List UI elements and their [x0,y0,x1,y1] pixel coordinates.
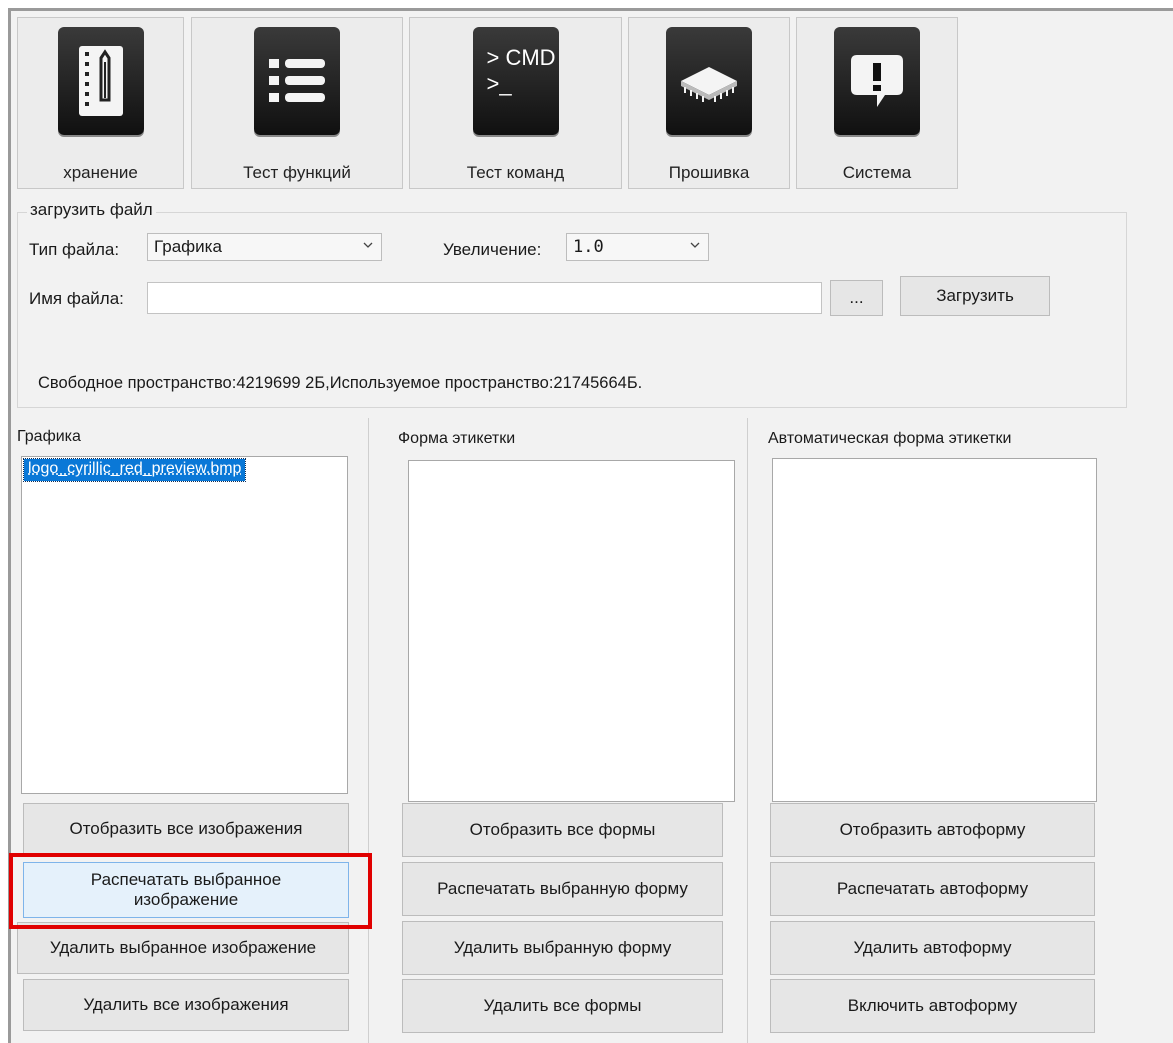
notebook-pencil-icon [57,27,144,135]
list-item[interactable]: logo_cyrillic_red_preview.bmp [22,458,247,482]
label-form-listbox[interactable] [408,460,735,802]
enable-auto-form-button[interactable]: Включить автоформу [770,979,1095,1033]
space-info-text: Свободное пространство:4219699 2Б,Исполь… [38,374,643,392]
chevron-down-icon [690,242,700,248]
panel-divider [368,418,369,1043]
print-auto-form-button[interactable]: Распечатать автоформу [770,862,1095,916]
toolbar-label: хранение [63,163,138,182]
browse-button[interactable]: ... [830,280,883,316]
zoom-value: 1.0 [573,237,604,257]
chip-icon [666,27,752,135]
toolbar-system-button[interactable]: Система [796,17,958,189]
chevron-down-icon [363,242,373,248]
print-selected-form-button[interactable]: Распечатать выбранную форму [402,862,723,916]
toolbar-storage-button[interactable]: хранение [17,17,184,189]
list-icon [254,27,340,135]
zoom-select[interactable]: 1.0 [566,233,709,261]
toolbar-label: Тест функций [243,163,351,182]
delete-selected-image-button[interactable]: Удалить выбранное изображение [17,922,349,974]
cmd-terminal-icon: > CMD >_ [472,27,559,135]
toolbar-label: Система [842,163,912,182]
prompt-icon-text: >_ [486,71,512,96]
delete-selected-form-button[interactable]: Удалить выбранную форму [402,921,723,975]
zoom-label: Увеличение: [443,240,542,259]
graphics-panel-title: Графика [17,428,81,445]
show-all-images-button[interactable]: Отобразить все изображения [23,803,349,855]
file-type-label: Тип файла: [29,240,120,259]
file-type-value: Графика [154,237,222,256]
toolbar-command-test-button[interactable]: > CMD >_ Тест команд [409,17,622,189]
file-type-select[interactable]: Графика [147,233,382,261]
show-all-forms-button[interactable]: Отобразить все формы [402,803,723,857]
delete-all-forms-button[interactable]: Удалить все формы [402,979,723,1033]
toolbar-function-test-button[interactable]: Тест функций [191,17,403,189]
upload-button[interactable]: Загрузить [900,276,1050,316]
cmd-icon-text: > CMD [486,45,556,70]
show-auto-form-button[interactable]: Отобразить автоформу [770,803,1095,857]
panel-divider [747,418,748,1043]
graphics-listbox[interactable]: logo_cyrillic_red_preview.bmp [21,456,348,794]
auto-form-panel-title: Автоматическая форма этикетки [768,430,1012,447]
toolbar-label: Тест команд [466,163,565,182]
print-selected-image-button[interactable]: Распечатать выбранное изображение [23,862,349,918]
toolbar-label: Прошивка [668,163,750,182]
file-name-field[interactable] [147,282,822,314]
label-form-panel-title: Форма этикетки [398,430,516,447]
auto-form-listbox[interactable] [772,458,1097,802]
file-name-label: Имя файла: [29,289,124,308]
delete-all-images-button[interactable]: Удалить все изображения [23,979,349,1031]
upload-group-title: загрузить файл [27,200,156,220]
exclamation-bubble-icon [834,27,920,135]
delete-auto-form-button[interactable]: Удалить автоформу [770,921,1095,975]
toolbar-firmware-button[interactable]: Прошивка [628,17,790,189]
